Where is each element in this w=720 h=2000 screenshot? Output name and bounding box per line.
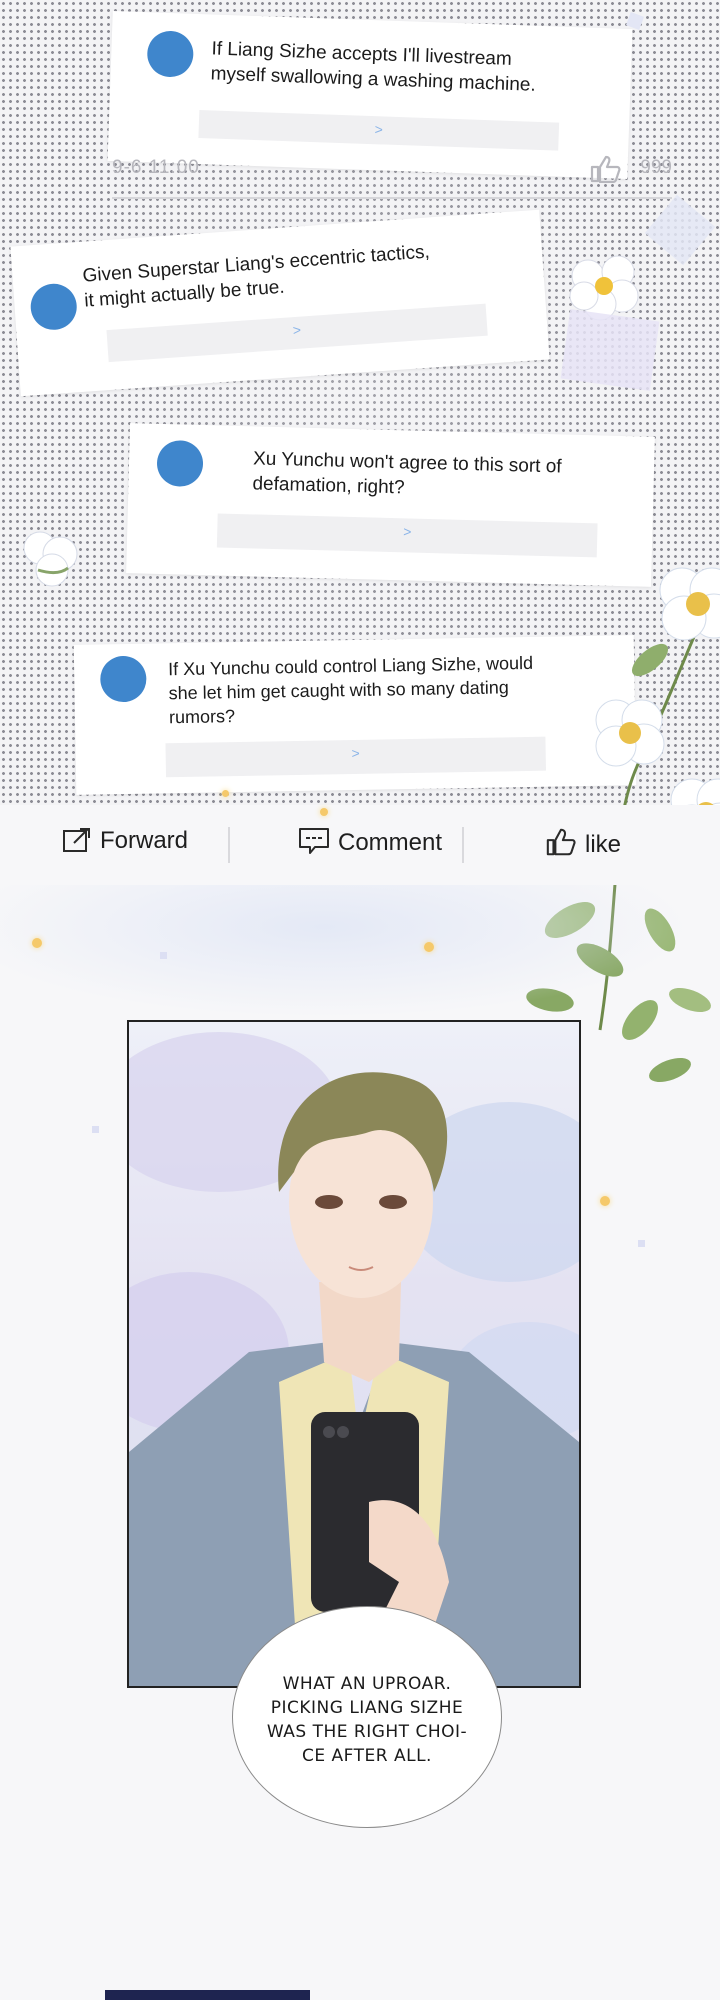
like-label: like bbox=[585, 831, 622, 858]
sparkle bbox=[320, 808, 328, 816]
confetti bbox=[92, 1126, 99, 1133]
speech-bubble-text: WHAT AN UPROAR. PICKING LIANG SIZHE WAS … bbox=[266, 1674, 468, 1766]
sparkle bbox=[424, 942, 434, 952]
divider bbox=[228, 827, 230, 863]
confetti bbox=[160, 952, 167, 959]
like-button[interactable]: like bbox=[545, 827, 621, 859]
comment-label: Comment bbox=[338, 829, 443, 856]
sparkle bbox=[600, 1196, 610, 1206]
forward-button[interactable]: Forward bbox=[62, 827, 188, 855]
next-panel-edge bbox=[105, 1990, 310, 2000]
thumb-up-icon bbox=[546, 828, 576, 856]
confetti bbox=[638, 1240, 645, 1247]
divider bbox=[462, 827, 464, 863]
share-icon bbox=[63, 828, 90, 852]
illustration-panel bbox=[127, 1020, 581, 1688]
sparkle bbox=[222, 790, 229, 797]
comment-button[interactable]: Comment bbox=[298, 827, 442, 857]
sky-clouds bbox=[0, 885, 720, 1025]
comment-icon bbox=[299, 828, 329, 854]
sparkle bbox=[32, 938, 42, 948]
action-bar: Forward Comment like bbox=[0, 805, 720, 885]
character-illustration bbox=[129, 1032, 579, 1686]
forward-label: Forward bbox=[100, 827, 189, 854]
